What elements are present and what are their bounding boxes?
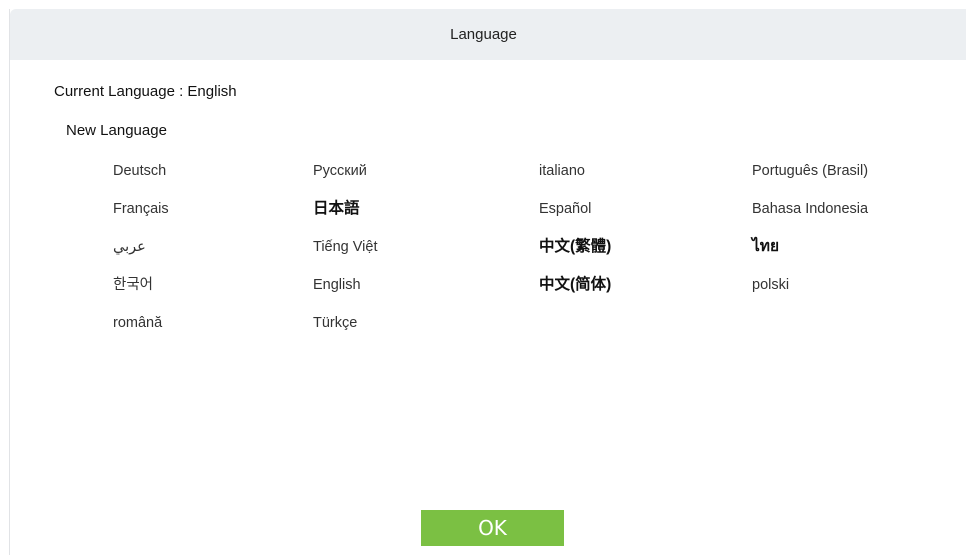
language-option[interactable]: عربي	[113, 236, 313, 274]
language-option[interactable]: Português (Brasil)	[752, 160, 952, 198]
new-language-label: New Language	[66, 122, 167, 139]
language-option[interactable]: 日本語	[313, 198, 539, 236]
language-option[interactable]: română	[113, 312, 313, 350]
language-option[interactable]: Русский	[313, 160, 539, 198]
language-option[interactable]: 한국어	[113, 274, 313, 312]
language-option[interactable]: polski	[752, 274, 952, 312]
language-option[interactable]: Deutsch	[113, 160, 313, 198]
language-options-grid: Deutsch Русский italiano Português (Brasil)…	[113, 160, 953, 350]
language-option[interactable]: Türkçe	[313, 312, 539, 350]
language-option[interactable]: English	[313, 274, 539, 312]
language-dialog: Language Current Language : English New …	[9, 9, 966, 555]
language-option[interactable]: Bahasa Indonesia	[752, 198, 952, 236]
language-option[interactable]: Français	[113, 198, 313, 236]
language-option[interactable]: Tiếng Việt	[313, 236, 539, 274]
language-option[interactable]: italiano	[539, 160, 752, 198]
ok-button[interactable]: OK	[421, 510, 564, 546]
dialog-title: Language	[450, 26, 517, 43]
current-language-text: Current Language : English	[54, 83, 237, 100]
language-option[interactable]: 中文(简体)	[539, 274, 752, 312]
language-option[interactable]: Español	[539, 198, 752, 236]
dialog-titlebar: Language	[10, 9, 966, 60]
language-option[interactable]: ไทย	[752, 236, 952, 274]
language-option[interactable]: 中文(繁體)	[539, 236, 752, 274]
